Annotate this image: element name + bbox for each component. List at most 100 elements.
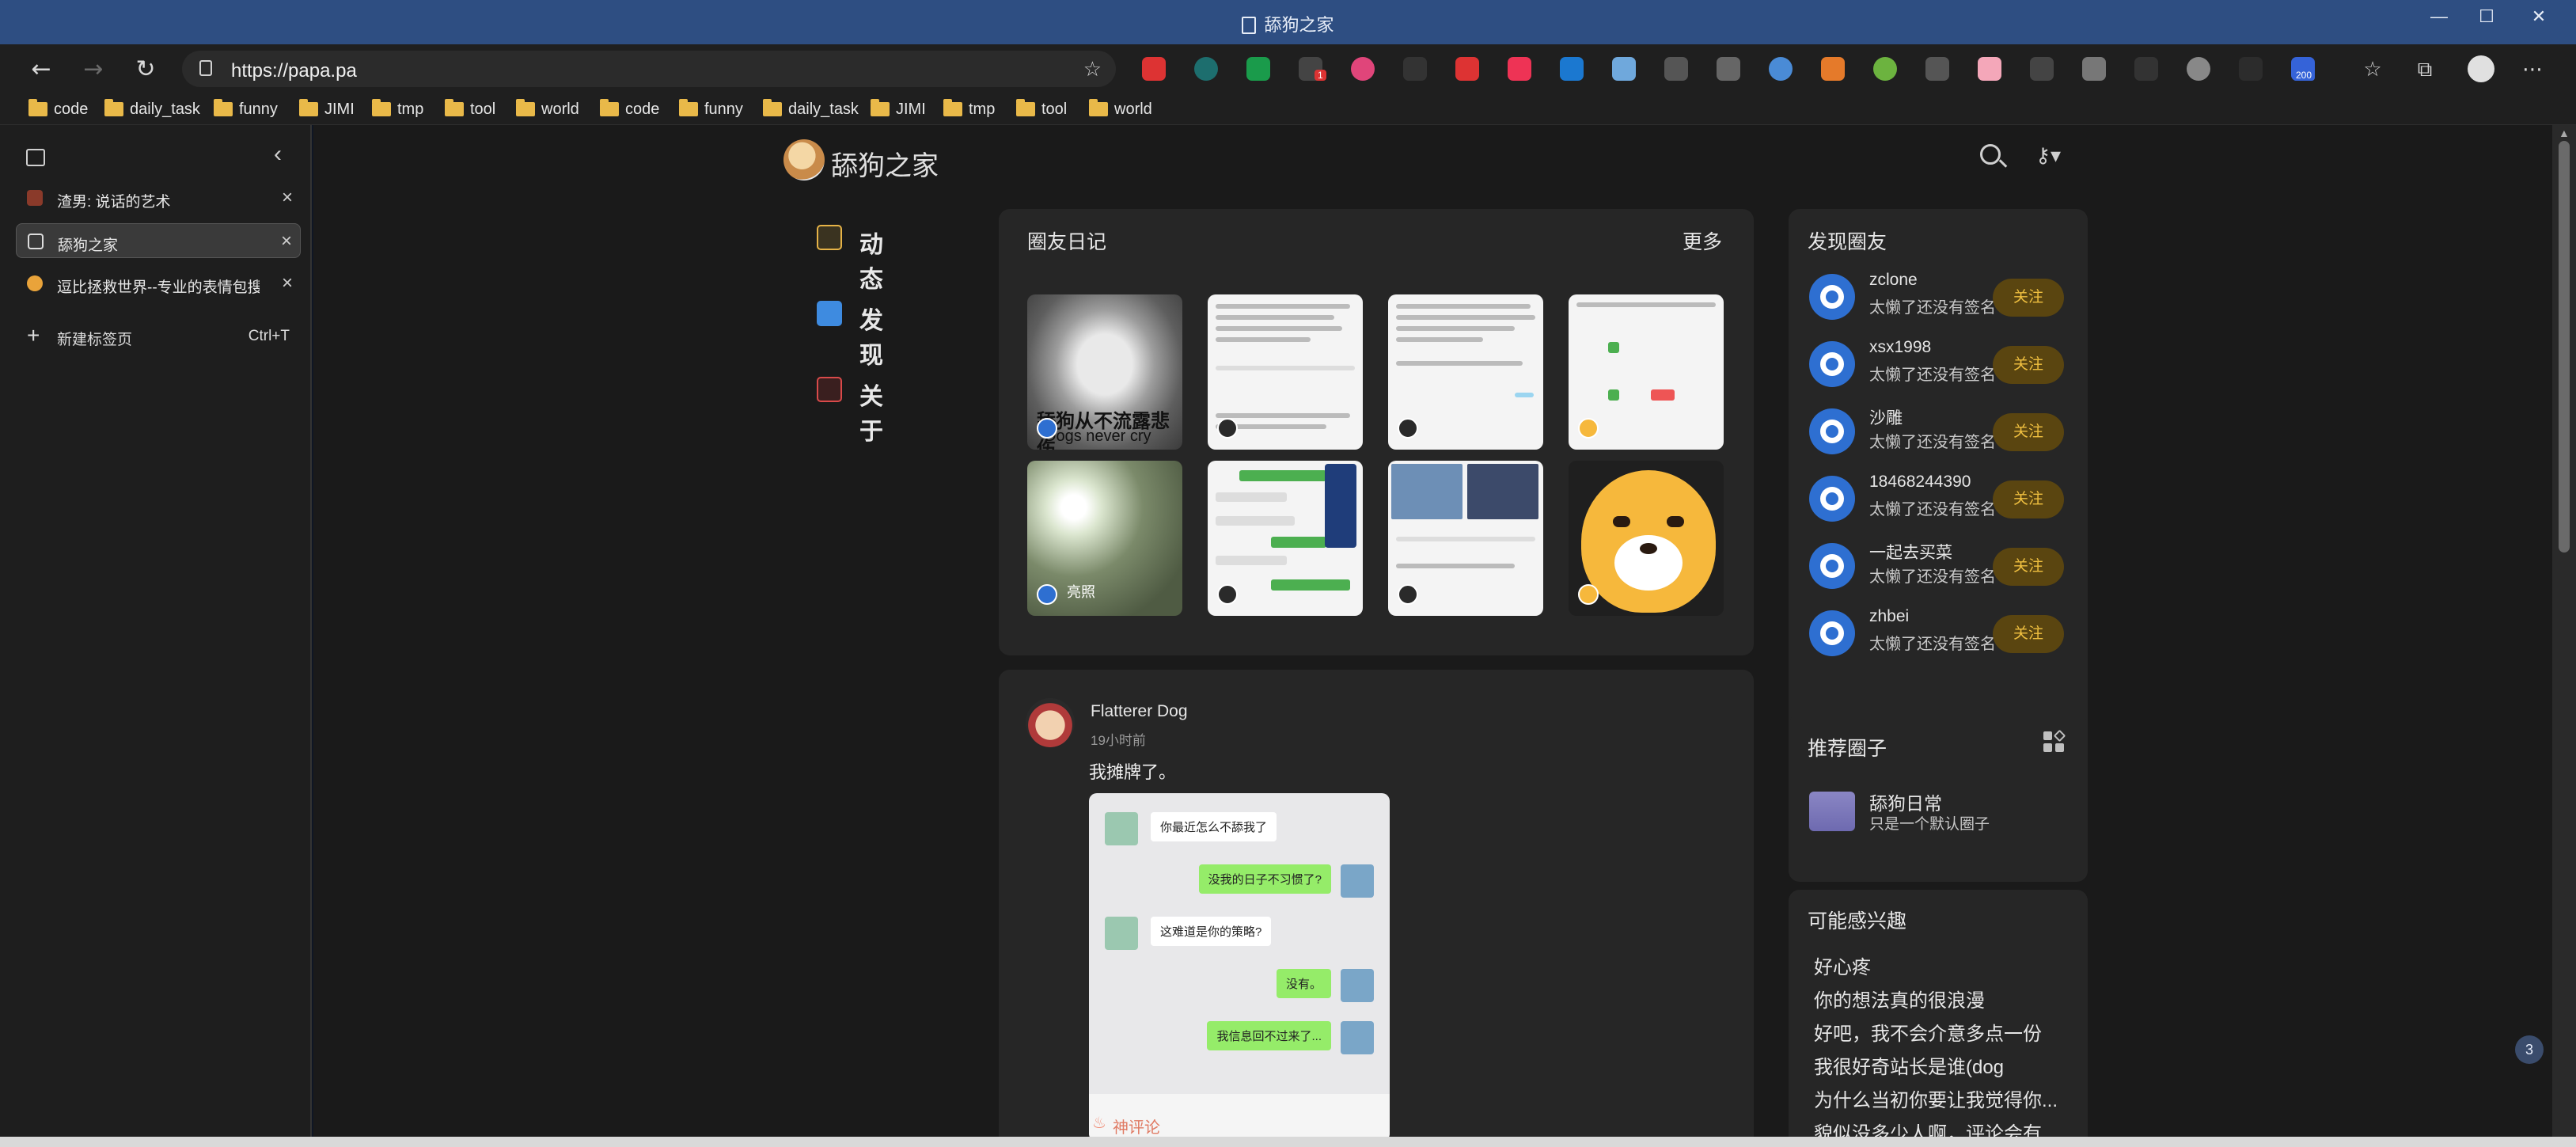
extension-circle-icon[interactable]	[1194, 57, 1218, 81]
collections-icon[interactable]: ⧉	[2409, 54, 2441, 85]
user-avatar[interactable]	[1809, 341, 1855, 387]
bookmark-folder[interactable]: tool	[1015, 98, 1067, 120]
diary-thumb-chat[interactable]	[1208, 461, 1363, 616]
extension-pink-icon[interactable]	[1351, 57, 1375, 81]
diary-thumb-dog[interactable]: 舔狗从不流露悲伤 Dogs never cry	[1027, 294, 1182, 450]
profile-avatar[interactable]	[2468, 55, 2494, 82]
tab-item[interactable]: 逗比拯救世界--专业的表情包搜索 ×	[16, 266, 301, 301]
extension-red-icon[interactable]	[1508, 57, 1531, 81]
collapse-panel-icon[interactable]: ‹	[274, 141, 282, 168]
search-icon[interactable]	[1980, 144, 2001, 165]
user-name[interactable]: zhbei	[1869, 607, 1909, 626]
floating-count-badge[interactable]: 3	[2515, 1035, 2544, 1064]
bookmark-folder[interactable]: world	[514, 98, 579, 120]
back-arrow-icon[interactable]: ←	[25, 54, 57, 85]
more-menu-icon[interactable]: ⋯	[2517, 54, 2548, 85]
refresh-icon[interactable]: ↻	[130, 54, 161, 85]
user-avatar[interactable]	[1809, 408, 1855, 454]
follow-button[interactable]: 关注	[1993, 413, 2064, 451]
bookmark-folder[interactable]: daily_task	[103, 98, 200, 120]
user-name[interactable]: 18468244390	[1869, 473, 1971, 492]
extension-cross-icon[interactable]	[1142, 57, 1166, 81]
interest-link[interactable]: 好吧，我不会介意多点一份	[1814, 1018, 2042, 1046]
grid-icon[interactable]	[2043, 729, 2067, 755]
bookmark-folder[interactable]: tmp	[942, 98, 995, 120]
extension-green-icon[interactable]	[1873, 57, 1897, 81]
page-scrollbar[interactable]: ▲	[2552, 125, 2576, 1147]
post-image[interactable]: 你最近怎么不舔我了 没我的日子不习惯了? 这难道是你的策略? 没有。 我信息回不…	[1089, 793, 1390, 1141]
maximize-button[interactable]: ☐	[2471, 6, 2502, 27]
user-avatar[interactable]	[1809, 543, 1855, 589]
extension-home-icon[interactable]	[1612, 57, 1636, 81]
bookmark-folder[interactable]: funny	[677, 98, 743, 120]
user-avatar[interactable]	[1809, 610, 1855, 656]
bookmark-folder[interactable]: code	[27, 98, 88, 120]
favorites-icon[interactable]: ☆	[2357, 54, 2388, 85]
follow-button[interactable]: 关注	[1993, 480, 2064, 518]
tab-item[interactable]: 渣男: 说话的艺术 ×	[16, 180, 301, 215]
post-author-avatar[interactable]	[1026, 698, 1075, 747]
extension-orange-icon[interactable]	[1821, 57, 1845, 81]
follow-button[interactable]: 关注	[1993, 615, 2064, 653]
user-name[interactable]: 一起去买菜	[1869, 540, 1952, 564]
bookmark-folder[interactable]: world	[1087, 98, 1152, 120]
bookmark-folder[interactable]: daily_task	[761, 98, 859, 120]
extension-s-icon[interactable]	[2187, 57, 2210, 81]
extension-globe-icon[interactable]	[1769, 57, 1793, 81]
extension-box-icon[interactable]	[2082, 57, 2106, 81]
bookmark-folder[interactable]: tmp	[370, 98, 423, 120]
bookmark-folder[interactable]: funny	[212, 98, 278, 120]
diary-thumb-table[interactable]	[1569, 294, 1724, 450]
interest-link[interactable]: 你的想法真的很浪漫	[1814, 985, 1985, 1012]
extension-shield-icon[interactable]	[1664, 57, 1688, 81]
user-avatar[interactable]	[1809, 274, 1855, 320]
diary-thumb-post[interactable]	[1208, 294, 1363, 450]
extension-arrow-icon[interactable]	[1717, 57, 1740, 81]
extension-image-icon[interactable]	[2134, 57, 2158, 81]
bookmark-folder[interactable]: tool	[443, 98, 495, 120]
close-tab-icon[interactable]: ×	[282, 187, 293, 209]
site-logo[interactable]	[783, 139, 825, 180]
hot-comment-bar[interactable]: ♨ 神评论	[1089, 1094, 1390, 1141]
tab-item-active[interactable]: 舔狗之家 ×	[16, 223, 301, 258]
diary-thumb-flower[interactable]: 亮照	[1027, 461, 1182, 616]
user-avatar[interactable]	[1809, 476, 1855, 522]
add-favorite-icon[interactable]: ☆	[1083, 57, 1102, 82]
interest-link[interactable]: 我很好奇站长是谁(dog	[1814, 1051, 2004, 1079]
user-name[interactable]: 沙雕	[1869, 405, 1903, 429]
site-name[interactable]: 舔狗之家	[831, 144, 939, 183]
scroll-up-icon[interactable]: ▲	[2559, 127, 2570, 139]
bookmark-folder[interactable]: JIMI	[298, 98, 355, 120]
extension-diamond-icon[interactable]	[1560, 57, 1584, 81]
diary-thumb-meme[interactable]	[1569, 461, 1724, 616]
interest-link[interactable]: 好心疼	[1814, 951, 1871, 979]
address-field[interactable]: https://papa.pa ☆	[182, 51, 1116, 87]
follow-button[interactable]: 关注	[1993, 279, 2064, 317]
tab-actions-icon[interactable]	[26, 149, 45, 166]
extension-check-icon[interactable]	[2239, 57, 2263, 81]
extension-pen-icon[interactable]	[1403, 57, 1427, 81]
circle-icon[interactable]	[1809, 792, 1855, 831]
extension-t-icon[interactable]	[1246, 57, 1270, 81]
extension-slash-icon[interactable]	[1925, 57, 1949, 81]
minimize-button[interactable]: —	[2423, 6, 2455, 27]
post-author-name[interactable]: Flatterer Dog	[1091, 702, 1188, 721]
diary-thumb-post[interactable]	[1388, 294, 1543, 450]
bookmark-folder[interactable]: code	[598, 98, 659, 120]
close-tab-icon[interactable]: ×	[282, 272, 293, 294]
more-link[interactable]: 更多	[1683, 226, 1722, 255]
extension-shield-check-icon[interactable]	[2030, 57, 2054, 81]
close-window-button[interactable]: ✕	[2523, 6, 2555, 27]
scrollbar-thumb[interactable]	[2559, 141, 2570, 553]
follow-button[interactable]: 关注	[1993, 346, 2064, 384]
diary-thumb-app[interactable]	[1388, 461, 1543, 616]
follow-button[interactable]: 关注	[1993, 548, 2064, 586]
circle-name[interactable]: 舔狗日常	[1869, 788, 1942, 815]
extension-m-icon[interactable]	[1455, 57, 1479, 81]
bookmark-folder[interactable]: JIMI	[869, 98, 926, 120]
new-tab-button[interactable]: + 新建标签页 Ctrl+T	[16, 320, 301, 351]
interest-link[interactable]: 为什么当初你要让我觉得你...	[1814, 1084, 2058, 1112]
close-tab-icon[interactable]: ×	[281, 230, 292, 253]
extension-cat-icon[interactable]	[1978, 57, 2001, 81]
login-key-icon[interactable]: ⚷▾	[2035, 144, 2061, 168]
